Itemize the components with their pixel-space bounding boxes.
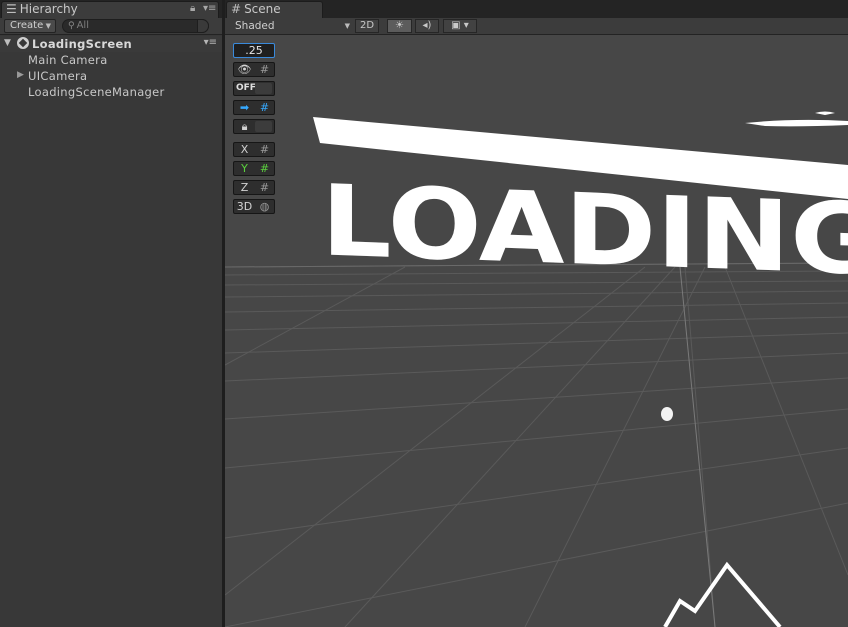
search-placeholder: All	[76, 20, 89, 31]
loading-world-text: LOADING	[321, 164, 848, 298]
axis-x-label: X	[240, 143, 249, 156]
snap-value: .25	[245, 44, 263, 57]
grid-axis-line	[679, 266, 716, 627]
scene-effects-button[interactable]: ▣ ▾	[443, 19, 477, 33]
off-label: OFF	[236, 83, 256, 93]
grid-icon: #	[259, 162, 270, 175]
fold-closed-icon[interactable]: ▶	[17, 70, 24, 80]
scene-lighting-button[interactable]: ☀	[387, 19, 412, 33]
list-item[interactable]: ▶ UICamera	[17, 69, 88, 85]
grid-icon: #	[231, 2, 242, 16]
grid-axis-z-button[interactable]: Z #	[233, 180, 275, 195]
lock-icon: 🔒︎	[241, 120, 248, 133]
list-item[interactable]: LoadingSceneManager	[28, 85, 165, 101]
list-item[interactable]: Main Camera	[28, 53, 108, 69]
scene-viewport[interactable]: LOADING .25 👁︎ # OFF ➡ # 🔒︎ X # Y # Z # …	[225, 35, 848, 627]
list-item-label: Main Camera	[28, 53, 108, 67]
streak-shape	[745, 119, 848, 127]
image-effects-icon: ▣ ▾	[451, 20, 469, 31]
grid-visibility-toggle[interactable]: 👁︎ #	[233, 62, 275, 77]
shading-mode-select[interactable]: Shaded ▼	[229, 19, 350, 33]
hierarchy-toolbar: Create ▼ ⚲ All	[0, 18, 222, 35]
search-cancel-button[interactable]	[197, 19, 209, 33]
tab-scene-label: Scene	[244, 2, 281, 16]
scene-tabstrip: # Scene	[225, 0, 848, 18]
grid-icon: #	[259, 101, 270, 114]
tab-scene[interactable]: # Scene	[226, 1, 323, 18]
ground-grid	[225, 262, 848, 627]
create-button[interactable]: Create ▼	[4, 19, 56, 33]
scene-panel: # Scene Shaded ▼ 2D ☀ ◂) ▣ ▾ LOADING .25…	[225, 0, 848, 627]
scene-name: LoadingScreen	[32, 37, 133, 51]
image-gizmo-icon[interactable]	[663, 561, 782, 627]
snap-value-field[interactable]: .25	[233, 43, 275, 58]
scene-toolbar: Shaded ▼ 2D ☀ ◂) ▣ ▾	[225, 18, 848, 35]
light-icon: ☀	[395, 20, 404, 31]
grid-off-toggle[interactable]: OFF	[233, 81, 275, 96]
lock-icon[interactable]: 🔒︎	[190, 3, 195, 14]
grid-icon: #	[259, 143, 270, 156]
create-button-label: Create	[10, 20, 44, 31]
shading-mode-label: Shaded	[235, 20, 275, 32]
toggle-2d-button[interactable]: 2D	[355, 19, 379, 33]
scene-root-row[interactable]: ▼ LoadingScreen ▾≡	[0, 36, 222, 52]
scene-menu-icon[interactable]: ▾≡	[204, 37, 217, 48]
axis-z-label: Z	[240, 181, 249, 194]
scene-render: LOADING	[225, 111, 848, 627]
grid-axis-x-button[interactable]: X #	[233, 142, 275, 157]
tab-hierarchy[interactable]: ☰ Hierarchy	[1, 1, 219, 18]
globe-icon: ◍	[259, 200, 270, 213]
grid-3d-button[interactable]: 3D ◍	[233, 199, 275, 214]
eye-icon: 👁︎	[237, 63, 252, 76]
grid-icon: #	[259, 63, 270, 76]
toggle-switch	[255, 83, 272, 94]
tab-hierarchy-label: Hierarchy	[19, 2, 78, 16]
hierarchy-search-input[interactable]: ⚲ All	[62, 19, 209, 33]
grid-icon: #	[259, 181, 270, 194]
streak-shape	[815, 111, 835, 115]
grid-move-snap-button[interactable]: ➡ #	[233, 100, 275, 115]
axis-y-label: Y	[241, 162, 248, 175]
audio-icon: ◂)	[422, 20, 432, 31]
scene-audio-button[interactable]: ◂)	[415, 19, 439, 33]
list-icon: ☰	[6, 2, 17, 16]
hierarchy-tabstrip: ☰ Hierarchy 🔒︎ ▾≡	[0, 0, 222, 18]
grid-axis-y-button[interactable]: Y #	[233, 161, 275, 176]
fold-open-icon[interactable]: ▼	[4, 38, 11, 48]
list-item-label: LoadingSceneManager	[28, 85, 165, 99]
toggle-switch	[255, 121, 272, 132]
mode-3d-label: 3D	[236, 200, 253, 213]
light-gizmo-icon[interactable]	[661, 407, 673, 421]
hierarchy-panel: ☰ Hierarchy 🔒︎ ▾≡ Create ▼ ⚲ All ▼ Loading…	[0, 0, 222, 627]
list-item-label: UICamera	[28, 69, 88, 83]
dropdown-arrow-icon: ▼	[344, 22, 350, 30]
tab-menu-icon[interactable]: ▾≡	[203, 3, 216, 14]
arrow-icon: ➡	[239, 101, 250, 114]
search-icon: ⚲	[68, 21, 75, 31]
dropdown-arrow-icon: ▼	[45, 22, 51, 30]
grid-lock-toggle[interactable]: 🔒︎	[233, 119, 275, 134]
toggle-2d-label: 2D	[359, 20, 375, 31]
unity-logo-icon	[17, 37, 29, 49]
